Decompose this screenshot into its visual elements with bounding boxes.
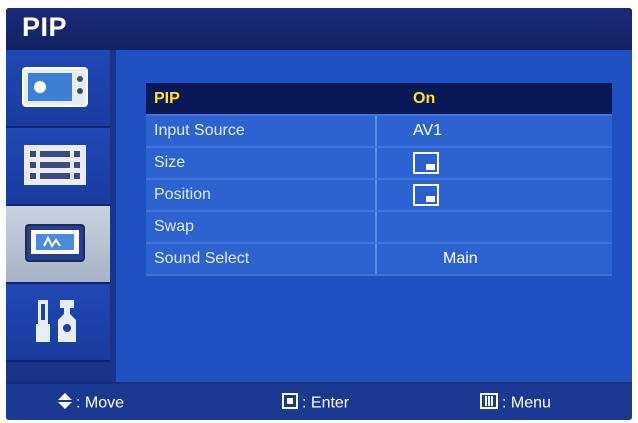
menu-row-input-source[interactable]: Input Source AV1 [146, 115, 612, 148]
picture-icon [22, 64, 88, 110]
menu-row-value [376, 179, 612, 212]
pip-icon [22, 220, 88, 266]
menu-label: : Menu [502, 394, 551, 412]
up-down-arrow-icon [58, 393, 72, 414]
sidebar-item-picture[interactable] [6, 50, 110, 128]
osd-menu: PIP PIP On Input Source AV1 Size Positio… [6, 8, 632, 420]
menu-row-value [376, 211, 612, 244]
menu-row-value [376, 147, 612, 180]
menu-row-swap[interactable]: Swap [146, 211, 612, 244]
menu-row-pip[interactable]: PIP On [146, 83, 612, 116]
menu-panel: PIP On Input Source AV1 Size Position Sw… [116, 50, 632, 382]
move-label: : Move [76, 394, 125, 412]
menu-button-icon [480, 393, 498, 414]
menu-row-sound-select[interactable]: Sound Select Main [146, 243, 612, 276]
menu-row-label: Sound Select [146, 243, 377, 276]
menu-row-value: AV1 [376, 115, 612, 148]
enter-hint: : Enter [282, 393, 349, 414]
menu-row-size[interactable]: Size [146, 147, 612, 180]
menu-row-label: Swap [146, 211, 377, 244]
menu-row-value: On [376, 83, 612, 116]
page-title: PIP [22, 12, 68, 42]
enter-button-icon [282, 393, 298, 414]
enter-label: : Enter [302, 394, 350, 412]
footer-hints: : Move : Enter : Menu [6, 382, 632, 420]
menu-row-label: Input Source [146, 115, 377, 148]
screen: PIP PIP On Input Source AV1 Size Positio… [0, 0, 638, 423]
pip-window-icon [413, 152, 439, 174]
pip-window-icon [413, 184, 439, 206]
setup-tools-icon [22, 298, 88, 344]
sidebar-item-setup[interactable] [6, 284, 110, 362]
sidebar-item-pip[interactable] [6, 206, 110, 284]
move-hint: : Move [58, 393, 124, 414]
menu-row-label: Size [146, 147, 377, 180]
menu-row-label: PIP [146, 83, 377, 116]
menu-hint: : Menu [480, 393, 551, 414]
menu-row-position[interactable]: Position [146, 179, 612, 212]
pip-settings-table: PIP On Input Source AV1 Size Position Sw… [146, 83, 612, 276]
sound-icon [22, 142, 88, 188]
menu-row-label: Position [146, 179, 377, 212]
title-bar: PIP [6, 8, 632, 50]
sidebar-item-sound[interactable] [6, 128, 110, 206]
sidebar [6, 50, 116, 382]
menu-row-value: Main [376, 243, 612, 276]
